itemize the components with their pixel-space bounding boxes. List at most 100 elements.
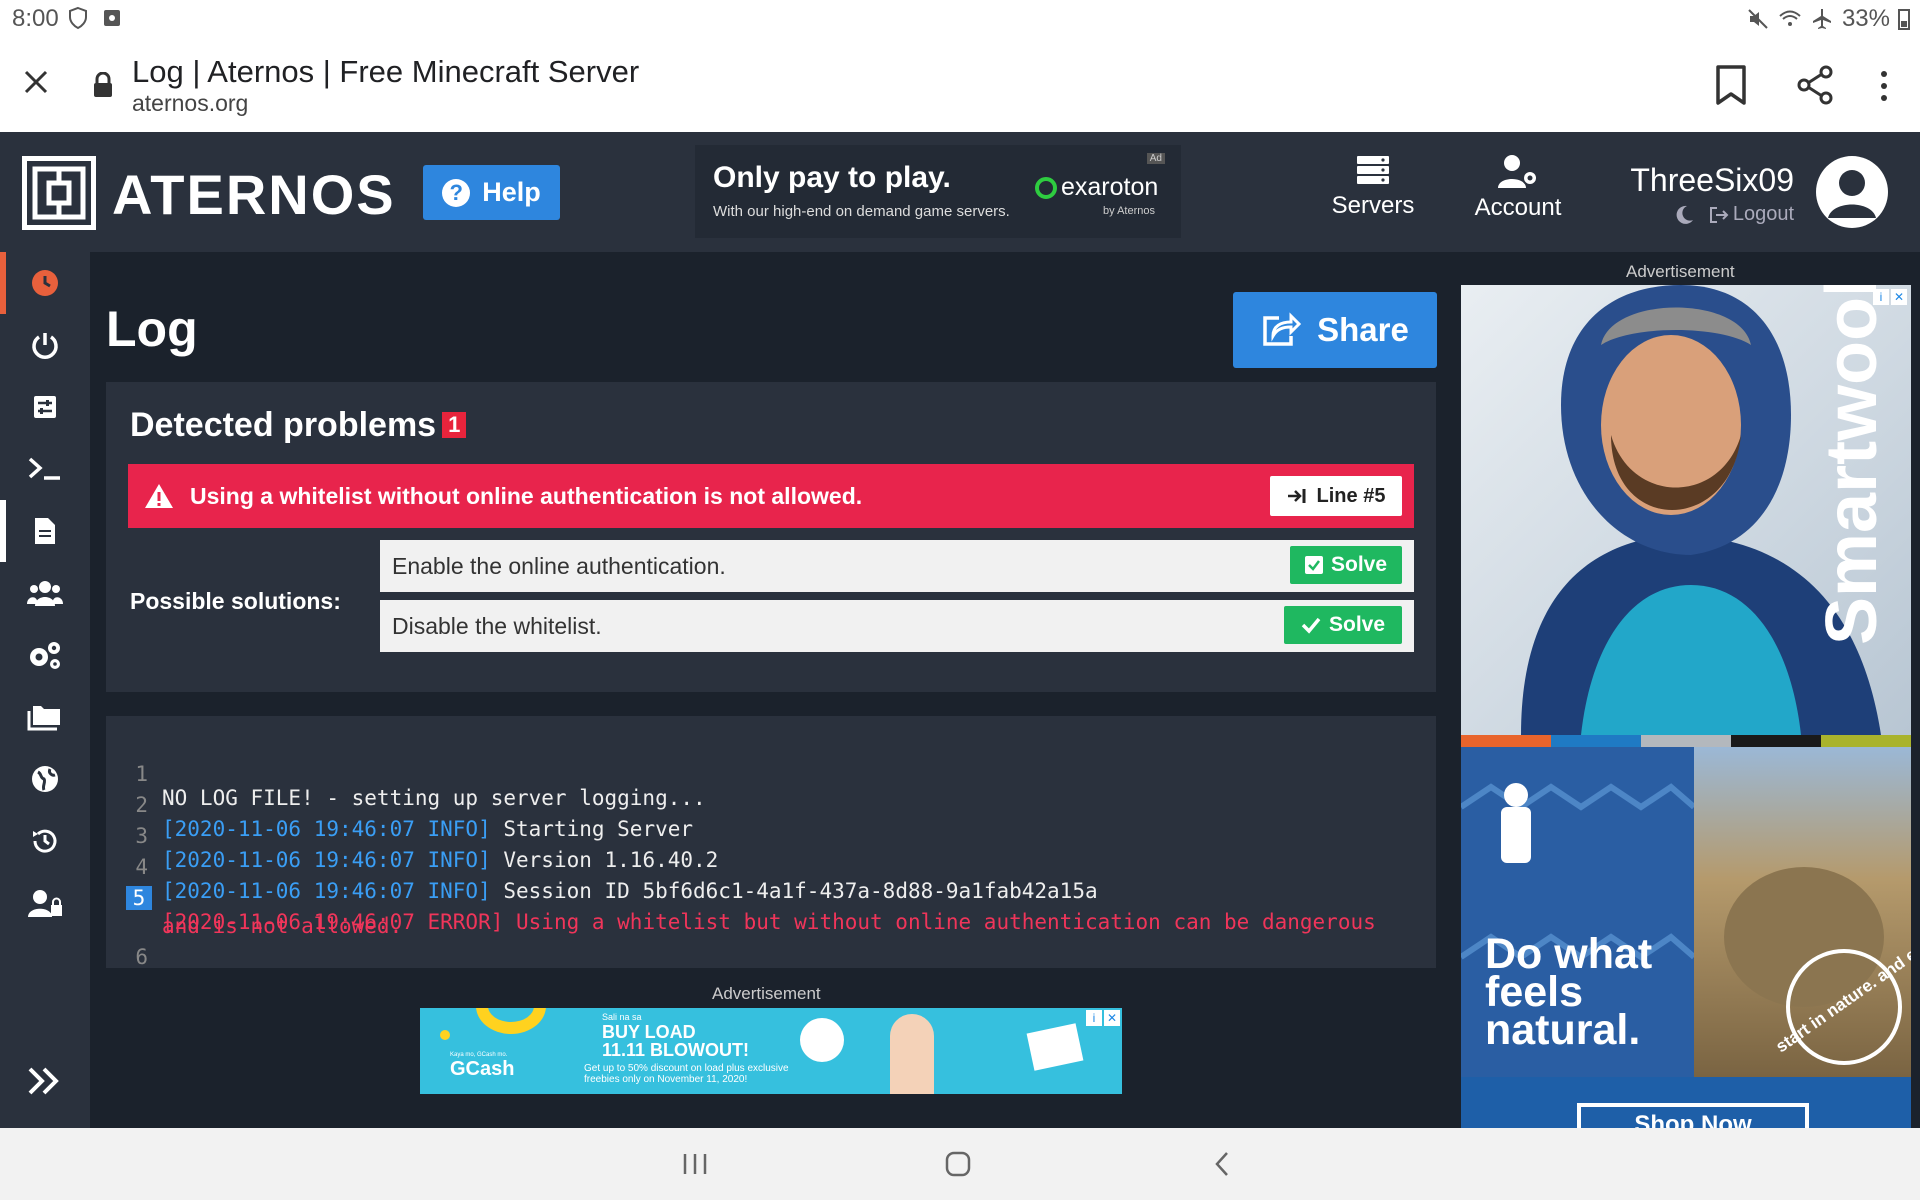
sidebar-item-worlds[interactable] (0, 748, 90, 810)
check-square-icon (1304, 556, 1323, 574)
line-number: 6 (135, 945, 148, 969)
ad-text-4: Get up to 50% discount on load plus excl… (584, 1063, 789, 1085)
sidebar-item-players[interactable] (0, 562, 90, 624)
avatar[interactable] (1816, 156, 1888, 228)
sidebar-item-options[interactable] (0, 376, 90, 438)
logo-text[interactable]: ATERNOS (112, 162, 396, 227)
promo-subline: With our high-end on demand game servers… (713, 203, 1010, 220)
ad-decor-shape (476, 1008, 546, 1034)
solution-item: Enable the online authentication. Solve (380, 540, 1414, 592)
dark-mode-icon[interactable] (1673, 204, 1695, 226)
site-header: ATERNOS ? Help Only pay to play. With ou… (0, 132, 1920, 252)
ad-person-image (890, 1014, 934, 1094)
problems-count-badge: 1 (442, 412, 467, 439)
sidebar-item-files[interactable] (0, 686, 90, 748)
check-icon (1301, 617, 1321, 634)
help-label: Help (482, 177, 541, 207)
history-icon (33, 829, 57, 853)
user-lock-icon (28, 890, 62, 917)
page-title-bar: Log | Aternos | Free Minecraft Server (132, 54, 640, 89)
solution-item: Disable the whitelist. Solve (380, 600, 1414, 652)
sidebar-item-console[interactable] (0, 438, 90, 500)
advertisement-label-right: Advertisement (1626, 262, 1735, 281)
wifi-icon (1779, 10, 1801, 26)
recent-apps-icon[interactable] (682, 1152, 708, 1176)
sidebar-item-software[interactable] (0, 624, 90, 686)
ad-choices-icon[interactable]: i ✕ (1873, 289, 1907, 305)
solutions-label: Possible solutions: (130, 588, 341, 614)
system-nav-bar (0, 1128, 1920, 1200)
ad-stripe (1641, 735, 1731, 747)
folders-icon (27, 706, 60, 731)
nav-servers-label: Servers (1331, 192, 1415, 219)
shield-notification-icon (69, 6, 87, 30)
promo-headline: Only pay to play. (713, 161, 951, 194)
question-icon: ? (442, 178, 471, 207)
ad-stripe (1821, 735, 1911, 747)
ad-tag: Ad (1146, 153, 1165, 164)
smartwool-ad[interactable]: Smartwool Do what feels natural. start i… (1461, 285, 1911, 1128)
share-icon[interactable] (1795, 64, 1835, 106)
sidebar-item-access[interactable] (0, 872, 90, 934)
detected-problems-panel: Detected problems 1 Using a whitelist wit… (106, 382, 1436, 692)
status-bar: 8:00 33% (0, 0, 1920, 38)
browser-toolbar: Log | Aternos | Free Minecraft Server at… (0, 38, 1920, 132)
solution-text: Enable the online authentication. (392, 552, 726, 579)
mute-icon (1748, 9, 1768, 29)
gcash-ad[interactable]: Kaya mo, GCash mo. GCash Sali na sa BUY … (420, 1008, 1122, 1094)
lock-icon (94, 72, 112, 97)
battery-percent: 33% (1841, 5, 1890, 32)
error-message: Using a whitelist without online authent… (190, 482, 863, 509)
exaroton-promo[interactable]: Only pay to play. With our high-end on d… (695, 145, 1181, 238)
help-button[interactable]: ? Help (423, 165, 560, 220)
sidebar-item-backups[interactable] (0, 810, 90, 872)
ad-tagline: Do what feels natural. (1485, 930, 1653, 1054)
sidebar-item-log[interactable] (0, 500, 90, 562)
sidebar-item-status[interactable] (0, 252, 90, 314)
clock-icon (32, 270, 58, 296)
sidebar (0, 252, 90, 1128)
ad-phone-icon (800, 1018, 844, 1062)
nav-servers[interactable]: Servers (1330, 154, 1416, 220)
goto-line-button[interactable]: Line #5 (1270, 476, 1402, 516)
user-info: ThreeSix09 Logout (1626, 162, 1794, 226)
username: ThreeSix09 (1630, 162, 1794, 198)
ad-stripe (1731, 735, 1821, 747)
status-time: 8:00 (12, 5, 59, 32)
home-icon[interactable] (945, 1150, 971, 1178)
nav-account[interactable]: Account (1468, 154, 1568, 222)
ad-wifi-box-image (1026, 1023, 1084, 1071)
ad-decor-dot (440, 1030, 450, 1040)
arrow-to-line-icon (1287, 489, 1306, 503)
share-square-icon (1263, 312, 1302, 346)
file-icon (35, 518, 55, 544)
terminal-icon (28, 457, 60, 480)
bookmark-icon[interactable] (1714, 64, 1748, 106)
close-tab-icon[interactable] (20, 66, 52, 98)
share-button[interactable]: Share (1233, 292, 1437, 368)
app-notification-icon (104, 10, 120, 26)
sidebar-item-power[interactable] (0, 314, 90, 376)
servers-icon (1357, 156, 1389, 184)
airplane-icon (1812, 9, 1831, 29)
shop-now-button[interactable]: Shop Now (1577, 1103, 1809, 1128)
account-settings-icon (1498, 155, 1538, 188)
ad-stripe (1461, 735, 1551, 747)
more-menu-icon[interactable] (1874, 66, 1894, 106)
ad-choices-icon[interactable]: i ✕ (1086, 1010, 1120, 1026)
power-icon (32, 333, 58, 359)
back-icon[interactable] (1212, 1150, 1232, 1178)
nav-account-label: Account (1474, 194, 1562, 221)
logout-link[interactable]: Logout (1709, 203, 1794, 226)
sidebar-expand[interactable] (0, 1050, 90, 1112)
warning-icon (145, 484, 173, 508)
page-url[interactable]: aternos.org (132, 90, 248, 117)
log-viewer: 1 NO LOG FILE! - setting up server loggi… (106, 716, 1436, 969)
problems-heading: Detected problems 1 (130, 406, 467, 445)
promo-brand-sub: by Aternos (1103, 205, 1155, 217)
solve-button[interactable]: Solve (1290, 546, 1402, 584)
aternos-logo-icon[interactable] (22, 156, 96, 230)
solve-button[interactable]: Solve (1284, 606, 1402, 644)
solution-text: Disable the whitelist. (392, 612, 602, 639)
users-icon (27, 581, 63, 606)
